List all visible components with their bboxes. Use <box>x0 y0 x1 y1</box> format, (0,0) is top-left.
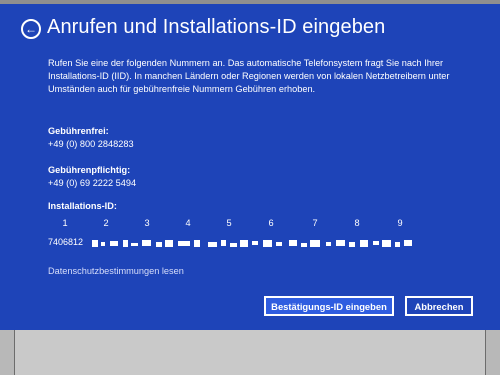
tollfree-number: +49 (0) 800 2848283 <box>48 139 134 149</box>
iid-column-9: 9 <box>397 218 403 228</box>
toll-number: +49 (0) 69 2222 5494 <box>48 178 137 188</box>
iid-redacted-blocks <box>90 239 420 248</box>
dialog-title: Anrufen und Installations-ID eingeben <box>47 16 386 38</box>
dialog-description: Rufen Sie eine der folgenden Nummern an.… <box>48 58 450 94</box>
back-button[interactable]: ← <box>21 19 41 39</box>
arrow-left-icon: ← <box>25 22 37 36</box>
background-divider-right <box>485 330 486 375</box>
iid-column-1: 1 <box>62 218 68 228</box>
cancel-button[interactable]: Abbrechen <box>405 296 473 316</box>
iid-column-4: 4 <box>185 218 191 228</box>
iid-column-8: 8 <box>354 218 360 228</box>
background-divider-left <box>14 330 15 375</box>
toll-label: Gebührenpflichtig: <box>48 165 131 175</box>
iid-column-6: 6 <box>268 218 274 228</box>
background-area <box>14 330 486 375</box>
iid-column-5: 5 <box>226 218 232 228</box>
tollfree-label: Gebührenfrei: <box>48 126 109 136</box>
installation-id-label: Installations-ID: <box>48 201 117 211</box>
iid-block-1: 7406812 <box>48 237 84 247</box>
iid-column-2: 2 <box>103 218 109 228</box>
iid-column-7: 7 <box>312 218 318 228</box>
activation-dialog: ← Anrufen und Installations-ID eingeben … <box>0 4 500 330</box>
background-right-strip <box>486 330 500 375</box>
iid-column-3: 3 <box>144 218 150 228</box>
privacy-link[interactable]: Datenschutzbestimmungen lesen <box>48 266 184 276</box>
enter-confirmation-id-button[interactable]: Bestätigungs-ID eingeben <box>264 296 394 316</box>
background-left-strip <box>0 330 14 375</box>
